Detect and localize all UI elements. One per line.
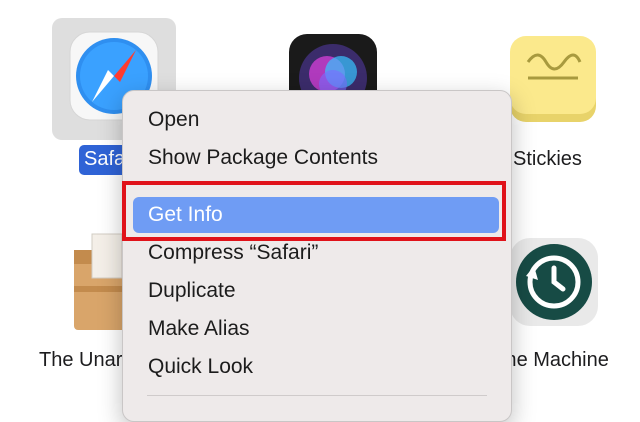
- menu-item-show-package-contents[interactable]: Show Package Contents: [148, 146, 378, 170]
- sticky-note-icon: [510, 36, 596, 122]
- stickies-app-icon[interactable]: [506, 32, 600, 126]
- time-machine-clock-icon: [510, 238, 598, 326]
- menu-separator-bottom: [147, 395, 487, 396]
- menu-item-open[interactable]: Open: [148, 108, 199, 132]
- archive-box-icon: [74, 233, 130, 330]
- time-machine-app-icon[interactable]: [508, 236, 600, 328]
- annotation-highlight-box: [122, 181, 506, 241]
- context-menu: Open Show Package Contents Get Info Comp…: [122, 90, 512, 422]
- menu-item-make-alias[interactable]: Make Alias: [148, 317, 250, 341]
- menu-item-compress[interactable]: Compress “Safari”: [148, 241, 318, 265]
- stickies-app-label: Stickies: [513, 148, 582, 170]
- menu-item-duplicate[interactable]: Duplicate: [148, 279, 236, 303]
- unarchiver-app-icon[interactable]: [70, 230, 130, 330]
- menu-item-quick-look[interactable]: Quick Look: [148, 355, 253, 379]
